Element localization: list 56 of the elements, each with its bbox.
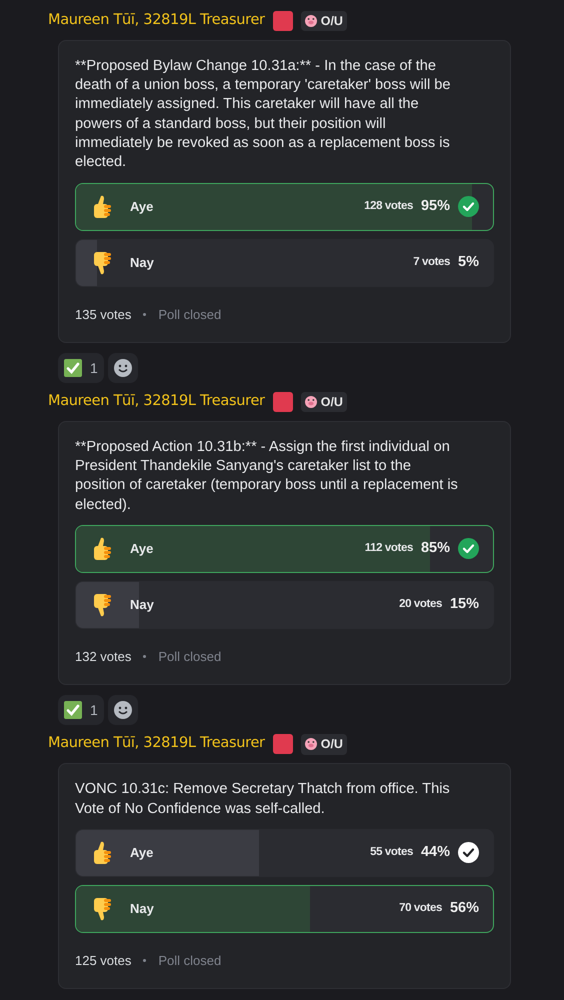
option-label: Nay	[130, 900, 154, 918]
poll-question: **Proposed Bylaw Change 10.31a:** - In the case of the death of a union boss, a temporary 'caretaker' boss will be immediately assigned. This caretaker will have all the powers of a standard boss, but their position will immediately be revoked as soon as a replacement boss is elected.	[75, 56, 452, 172]
poll-status: Poll closed	[158, 952, 222, 970]
smiley-icon	[114, 359, 132, 378]
poll-status: Poll closed	[158, 306, 222, 324]
reaction-button[interactable]: 1	[58, 353, 104, 384]
total-votes: 135 votes	[75, 306, 132, 324]
option-label: Nay	[130, 596, 154, 614]
total-votes: 125 votes	[75, 952, 132, 970]
vote-count: 55 votes	[370, 845, 413, 860]
check-mark-icon	[64, 701, 82, 720]
poll-question: VONC 10.31c: Remove Secretary Thatch from office. This Vote of No Confidence was self-called.	[75, 780, 451, 819]
total-votes: 132 votes	[75, 648, 132, 666]
poll-option[interactable]: Nay 20 votes 15%	[75, 580, 494, 629]
reaction-button[interactable]: 1	[58, 695, 104, 726]
vote-count: 128 votes	[364, 198, 413, 214]
pig-face-icon	[304, 14, 317, 27]
poll-option[interactable]: Aye 128 votes 95%	[75, 182, 494, 231]
poll-question: **Proposed Action 10.31b:** - Assign the first individual on President Thandekile Sanyang's caretaker list to the position of caretaker (temporary boss until a replacement is elected).	[75, 438, 459, 515]
author-name[interactable]: Maureen Tūī, 32819L Treasurer	[48, 391, 265, 413]
poll-option[interactable]: Nay 70 votes 56%	[75, 884, 494, 933]
vote-count: 70 votes	[399, 901, 442, 916]
option-label: Nay	[130, 254, 154, 272]
check-mark-icon	[64, 359, 82, 378]
vote-count: 7 votes	[413, 254, 450, 270]
option-label: Aye	[130, 540, 154, 558]
role-icon	[272, 10, 293, 31]
add-reaction-button[interactable]	[108, 353, 138, 384]
server-tag: O/U	[300, 392, 347, 412]
separator-dot	[143, 655, 146, 658]
pig-face-icon	[304, 738, 317, 750]
smiley-icon	[114, 701, 132, 720]
author-name[interactable]: Maureen Tūī, 32819L Treasurer	[48, 10, 265, 32]
author-name[interactable]: Maureen Tūī, 32819L Treasurer	[48, 733, 265, 756]
poll-option[interactable]: Nay 7 votes 5%	[75, 238, 494, 287]
role-icon	[272, 392, 293, 412]
poll-status: Poll closed	[158, 648, 222, 666]
vote-count: 20 votes	[399, 597, 442, 612]
role-icon	[272, 734, 293, 754]
option-label: Aye	[130, 198, 154, 216]
vote-percent: 56%	[450, 898, 479, 918]
poll-option[interactable]: Aye 112 votes 85%	[75, 524, 494, 573]
separator-dot	[143, 312, 146, 316]
pig-face-icon	[304, 396, 317, 408]
vote-count: 112 votes	[364, 541, 413, 556]
vote-percent: 15%	[450, 595, 479, 614]
vote-percent: 85%	[420, 539, 450, 558]
poll-option[interactable]: Aye 55 votes 44%	[75, 828, 494, 877]
add-reaction-button[interactable]	[108, 695, 138, 726]
vote-percent: 95%	[420, 196, 450, 216]
vote-percent: 44%	[420, 842, 450, 862]
option-label: Aye	[130, 844, 154, 862]
server-tag: O/U	[300, 734, 347, 755]
vote-percent: 5%	[458, 252, 479, 272]
separator-dot	[143, 959, 146, 962]
server-tag: O/U	[300, 10, 347, 32]
